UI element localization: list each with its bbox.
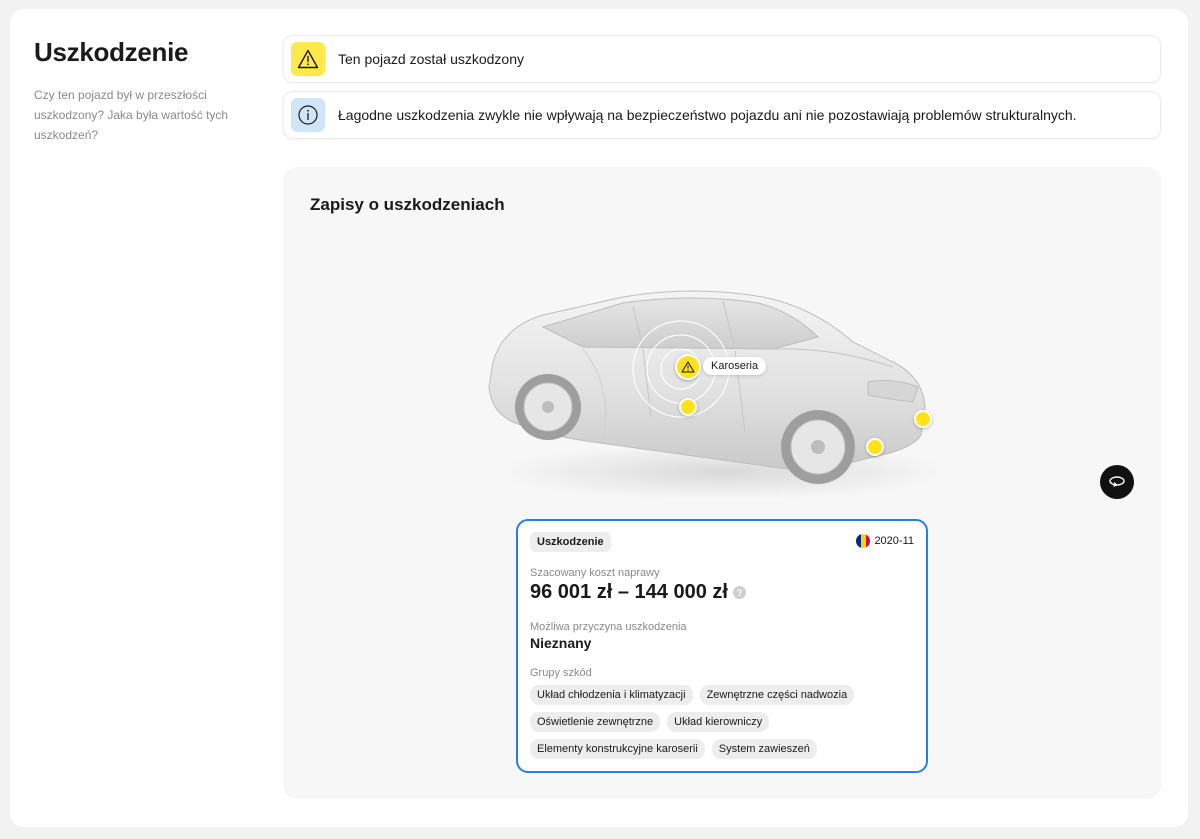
damage-group-chip: System zawieszeń — [711, 739, 817, 759]
section-description: Czy ten pojazd był w przeszłości uszkodz… — [34, 88, 229, 142]
section-title: Uszkodzenie — [34, 37, 189, 67]
help-icon[interactable]: ? — [732, 586, 746, 599]
country-flag-icon — [856, 534, 871, 548]
groups-label: Grupy szkód — [530, 667, 592, 679]
damage-groups: Układ chłodzenia i klimatyzacji Zewnętrz… — [530, 685, 920, 766]
info-circle-icon — [291, 98, 325, 132]
warning-triangle-icon — [291, 42, 325, 76]
car-illustration[interactable] — [473, 267, 953, 507]
damage-group-chip: Układ chłodzenia i klimatyzacji — [530, 685, 693, 705]
marker-label: Karoseria — [703, 357, 767, 375]
damage-section-card: Uszkodzenie Czy ten pojazd był w przeszł… — [10, 9, 1188, 827]
damage-group-chip: Oświetlenie zewnętrzne — [530, 712, 661, 732]
damage-records-panel: Zapisy o uszkodzeniach Karoseria Uszkodz… — [283, 167, 1161, 799]
damage-group-chip: Zewnętrzne części nadwozia — [699, 685, 855, 705]
warning-triangle-icon — [681, 361, 695, 373]
damage-marker-bodywork[interactable] — [675, 354, 701, 380]
alert-damaged: Ten pojazd został uszkodzony — [283, 35, 1161, 83]
record-type-badge: Uszkodzenie — [530, 532, 611, 552]
damage-group-chip: Układ kierowniczy — [667, 712, 770, 732]
damage-group-chip: Elementy konstrukcyjne karoserii — [530, 739, 705, 759]
cost-value: 96 001 zł – 144 000 zł ? — [530, 581, 746, 604]
cause-label: Możliwa przyczyna uszkodzenia — [530, 621, 687, 633]
cost-label: Szacowany koszt naprawy — [530, 567, 660, 579]
alert-text: Łagodne uszkodzenia zwykle nie wpływają … — [338, 107, 1077, 123]
records-title: Zapisy o uszkodzeniach — [310, 195, 505, 214]
cost-value-text: 96 001 zł – 144 000 zł — [530, 581, 728, 603]
rotate-360-icon — [1109, 476, 1125, 487]
alert-text: Ten pojazd został uszkodzony — [338, 51, 524, 67]
record-date-value: 2020-11 — [874, 535, 914, 547]
rotate-view-button[interactable] — [1100, 465, 1134, 499]
alert-info: Łagodne uszkodzenia zwykle nie wpływają … — [283, 91, 1161, 139]
damage-marker[interactable] — [914, 410, 932, 428]
damage-marker[interactable] — [679, 398, 697, 416]
damage-record-card[interactable]: Uszkodzenie 2020-11 Szacowany koszt napr… — [516, 519, 928, 773]
damage-marker[interactable] — [866, 438, 884, 456]
record-date: 2020-11 — [856, 534, 914, 548]
cause-value: Nieznany — [530, 635, 592, 651]
